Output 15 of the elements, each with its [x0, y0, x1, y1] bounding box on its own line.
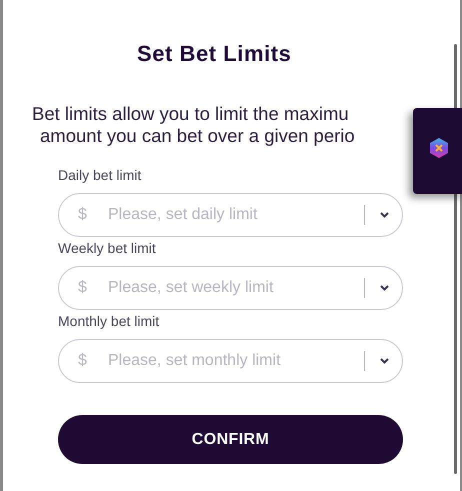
description-text: amount you can bet over a given perio	[40, 125, 355, 147]
confirm-button[interactable]: CONFIRM	[58, 415, 403, 464]
floating-widget[interactable]	[413, 108, 462, 194]
hexagon-icon	[429, 137, 449, 159]
dialog-title: Set Bet Limits	[137, 40, 292, 68]
currency-symbol: $	[78, 205, 87, 225]
currency-symbol: $	[78, 351, 87, 371]
field-label: Weekly bet limit	[58, 239, 157, 258]
field-label: Monthly bet limit	[58, 312, 160, 331]
currency-symbol: $	[78, 278, 87, 298]
chevron-down-icon	[380, 285, 389, 291]
chevron-down-icon	[380, 358, 389, 364]
field-label: Daily bet limit	[58, 166, 142, 185]
chevron-down-icon	[380, 212, 389, 218]
description-text: Bet limits allow you to limit the maximu	[32, 103, 349, 125]
